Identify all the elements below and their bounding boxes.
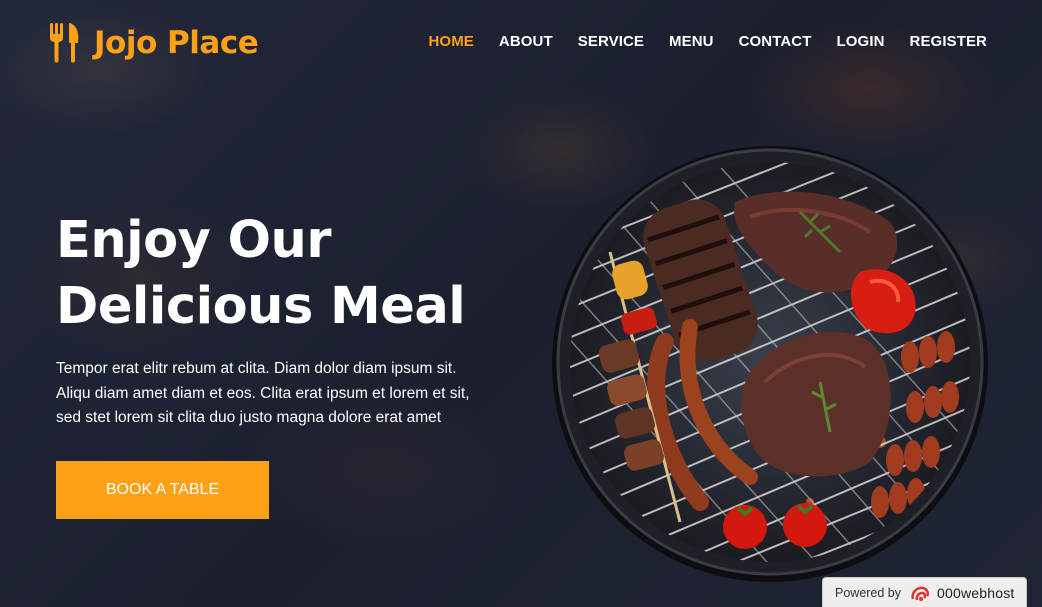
hero-text-line-2: Aliqu diam amet diam et eos. Clita erat … [56,384,470,402]
powered-by-label: Powered by [835,585,902,600]
brand-name: Jojo Place [94,25,259,61]
000webhost-logo-icon [911,586,930,601]
nav-about[interactable]: ABOUT [499,33,553,50]
nav-home[interactable]: HOME [429,33,474,50]
nav-register[interactable]: REGISTER [910,33,987,50]
bbq-grill-image [552,146,988,582]
hero-text-line-3: sed stet lorem sit clita duo justo magna… [56,409,442,426]
main-nav: HOME ABOUT SERVICE MENU CONTACT LOGIN RE… [404,33,988,50]
nav-login[interactable]: LOGIN [837,33,885,50]
nav-service[interactable]: SERVICE [578,33,644,50]
book-a-table-button[interactable]: BOOK A TABLE [56,461,269,519]
host-name: 000webhost [937,584,1015,601]
brand-logo[interactable]: Jojo Place [48,23,259,63]
hero-title-line-1: Enjoy Our [56,211,331,270]
hero-description: Tempor erat elitr rebum at clita. Diam d… [56,357,516,431]
hero-title-line-2: Delicious Meal [56,277,466,336]
nav-contact[interactable]: CONTACT [739,33,812,50]
hero-text-line-1: Tempor erat elitr rebum at clita. Diam d… [56,360,457,377]
nav-menu[interactable]: MENU [669,33,714,50]
utensils-icon [50,23,79,63]
powered-by-badge[interactable]: Powered by 000webhost [822,577,1027,607]
hero-title: Enjoy Our Delicious Meal [56,208,526,340]
navbar: Jojo Place HOME ABOUT SERVICE MENU CONTA… [0,0,1042,86]
